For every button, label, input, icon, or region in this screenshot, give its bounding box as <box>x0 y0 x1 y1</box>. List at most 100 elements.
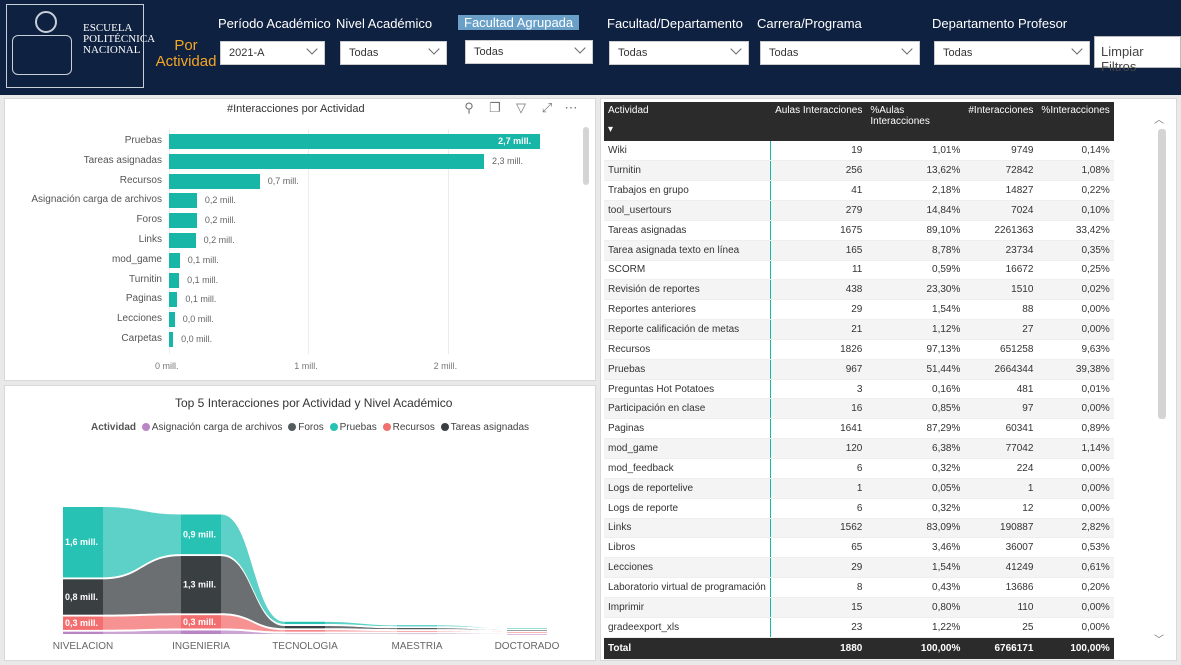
table-cell: 651258 <box>964 339 1038 360</box>
bar-value-label: 0,0 mill. <box>182 314 214 325</box>
table-row[interactable]: Logs de reporte 6 0,32% 12 0,00% <box>604 498 1114 519</box>
table-row[interactable]: Tarea asignada texto en línea 165 8,78% 237… <box>604 240 1114 261</box>
table-row[interactable]: mod_game 120 6,38% 77042 1,14% <box>604 438 1114 459</box>
table-cell: 7024 <box>964 200 1038 221</box>
column-header[interactable]: %Aulas Interacciones <box>866 102 965 141</box>
table-cell: 8,78% <box>866 240 965 261</box>
ribbon-segment[interactable] <box>285 633 325 635</box>
table-row[interactable]: Tareas asignadas 1675 89,10% 2261363 33,42% <box>604 220 1114 241</box>
table-row[interactable]: Imprimir 15 0,80% 110 0,00% <box>604 597 1114 618</box>
column-header[interactable]: %Interacciones <box>1037 102 1114 141</box>
ribbon-segment[interactable] <box>63 631 103 634</box>
table-row[interactable]: tool_usertours 279 14,84% 7024 0,10% <box>604 200 1114 221</box>
carrera-dropdown[interactable]: Todas <box>760 41 920 65</box>
table-cell: Tarea asignada texto en línea <box>604 240 771 261</box>
table-cell: tool_usertours <box>604 200 771 221</box>
column-header[interactable]: Aulas Interacciones <box>770 102 867 141</box>
table-cell: 27 <box>964 319 1038 340</box>
ribbon-segment[interactable] <box>507 630 547 631</box>
bar-value-label: 0,1 mill. <box>187 274 219 285</box>
periodo-dropdown[interactable]: 2021-A <box>220 41 325 65</box>
chevron-up-icon[interactable]: ︿ <box>1154 111 1164 126</box>
ribbon-segment[interactable] <box>507 634 547 635</box>
bar[interactable] <box>169 272 180 288</box>
table-row[interactable]: Links 1562 83,09% 190887 2,82% <box>604 518 1114 539</box>
table-scrollbar[interactable] <box>1158 129 1166 419</box>
nivel-dropdown[interactable]: Todas <box>340 41 447 65</box>
column-header[interactable]: Actividad ▾ <box>604 102 771 141</box>
table-row[interactable]: Libros 65 3,46% 36007 0,53% <box>604 537 1114 559</box>
table-row[interactable]: Laboratorio virtual de programación 8 0,43… <box>604 577 1114 598</box>
filter-icon[interactable]: ▽ <box>514 101 528 115</box>
table-row[interactable]: Wiki 19 1,01% 9749 0,14% <box>604 141 1114 162</box>
bar-value-label: 0,2 mill. <box>204 195 236 206</box>
table-row[interactable]: mod_feedback 6 0,32% 224 0,00% <box>604 458 1114 479</box>
bar[interactable] <box>169 134 541 149</box>
column-header[interactable]: #Interacciones <box>964 102 1038 141</box>
table-cell: 16 <box>770 398 867 420</box>
sort-icon[interactable]: ▾ <box>608 124 766 135</box>
ribbon-segment[interactable] <box>285 626 325 629</box>
depto-profesor-dropdown[interactable]: Todas <box>934 41 1090 65</box>
table-row[interactable]: Paginas 1641 87,29% 60341 0,89% <box>604 418 1114 440</box>
table-cell: 9,63% <box>1037 339 1114 360</box>
table-row[interactable]: Logs de reportelive 1 0,05% 1 0,00% <box>604 478 1114 499</box>
table-row[interactable]: Participación en clase 16 0,85% 97 0,00% <box>604 398 1114 420</box>
expand-icon[interactable]: ⤢ <box>540 101 554 115</box>
bar[interactable] <box>169 292 178 308</box>
chevron-down-icon[interactable]: ﹀ <box>1154 631 1164 646</box>
bar-value-label: 0,0 mill. <box>181 334 213 344</box>
table-cell: 19 <box>770 141 867 162</box>
bar[interactable] <box>169 213 197 229</box>
table-row[interactable]: Pruebas 967 51,44% 2664344 39,38% <box>604 359 1114 380</box>
category-label: DOCTORADO <box>495 641 560 652</box>
ribbon-data-label: 0,3 mill. <box>183 617 216 627</box>
bar[interactable] <box>169 193 197 209</box>
table-row[interactable]: Trabajos en grupo 41 2,18% 14827 0,22% <box>604 180 1114 202</box>
table-cell: Links <box>604 518 771 539</box>
bar[interactable] <box>169 332 174 347</box>
ribbon-segment[interactable] <box>397 631 437 632</box>
table-cell: 0,00% <box>1037 617 1114 638</box>
ribbon-segment[interactable] <box>285 621 325 625</box>
copy-icon[interactable]: ❐ <box>488 101 502 115</box>
table-cell: 1,01% <box>866 141 965 162</box>
bar[interactable] <box>169 173 260 189</box>
bar[interactable] <box>169 233 196 248</box>
table-cell: 0,00% <box>1037 498 1114 519</box>
ribbon-segment[interactable] <box>397 633 437 635</box>
facultad-dropdown[interactable]: Todas <box>609 41 749 65</box>
table-cell: 0,32% <box>866 498 965 519</box>
table-cell: 0,00% <box>1037 478 1114 499</box>
more-icon[interactable]: ⋯ <box>564 101 578 115</box>
table-row[interactable]: Turnitin 256 13,62% 72842 1,08% <box>604 160 1114 182</box>
clear-filters-button[interactable]: Limpiar Filtros <box>1094 36 1181 74</box>
table-cell: 9749 <box>964 141 1038 162</box>
bar[interactable] <box>169 312 175 328</box>
ribbon-segment[interactable] <box>285 630 325 632</box>
table-row[interactable]: Lecciones 29 1,54% 41249 0,61% <box>604 557 1114 579</box>
table-row[interactable]: Revisión de reportes 438 23,30% 1510 0,02% <box>604 279 1114 301</box>
ribbon-segment[interactable] <box>181 630 221 634</box>
table-row[interactable]: Reportes anteriores 29 1,54% 88 0,00% <box>604 299 1114 321</box>
ribbon-segment[interactable] <box>397 625 437 627</box>
bar[interactable] <box>169 252 180 268</box>
table-row[interactable]: SCORM 11 0,59% 16672 0,25% <box>604 260 1114 281</box>
table-row[interactable]: Reporte calificación de metas 21 1,12% 27 0,… <box>604 319 1114 340</box>
table-cell: 0,00% <box>1037 458 1114 479</box>
facultad-agrupada-dropdown[interactable]: Todas <box>465 40 593 64</box>
table-row[interactable]: Recursos 1826 97,13% 651258 9,63% <box>604 339 1114 360</box>
pin-icon[interactable]: ⚲ <box>462 101 476 115</box>
table-cell: 279 <box>770 200 867 221</box>
table-cell: 967 <box>770 359 867 380</box>
chart-scrollbar[interactable] <box>583 127 589 185</box>
ribbon-segment[interactable] <box>507 628 547 629</box>
bar[interactable] <box>169 153 485 169</box>
table-row[interactable]: Preguntas Hot Potatoes 3 0,16% 481 0,01% <box>604 379 1114 400</box>
ribbon-segment[interactable] <box>507 632 547 633</box>
table-cell: 25 <box>964 617 1038 638</box>
table-row[interactable]: gradeexport_xls 23 1,22% 25 0,00% <box>604 617 1114 638</box>
table-cell: Preguntas Hot Potatoes <box>604 379 771 400</box>
ribbon-segment[interactable] <box>397 628 437 630</box>
table-cell: 6 <box>770 498 867 519</box>
